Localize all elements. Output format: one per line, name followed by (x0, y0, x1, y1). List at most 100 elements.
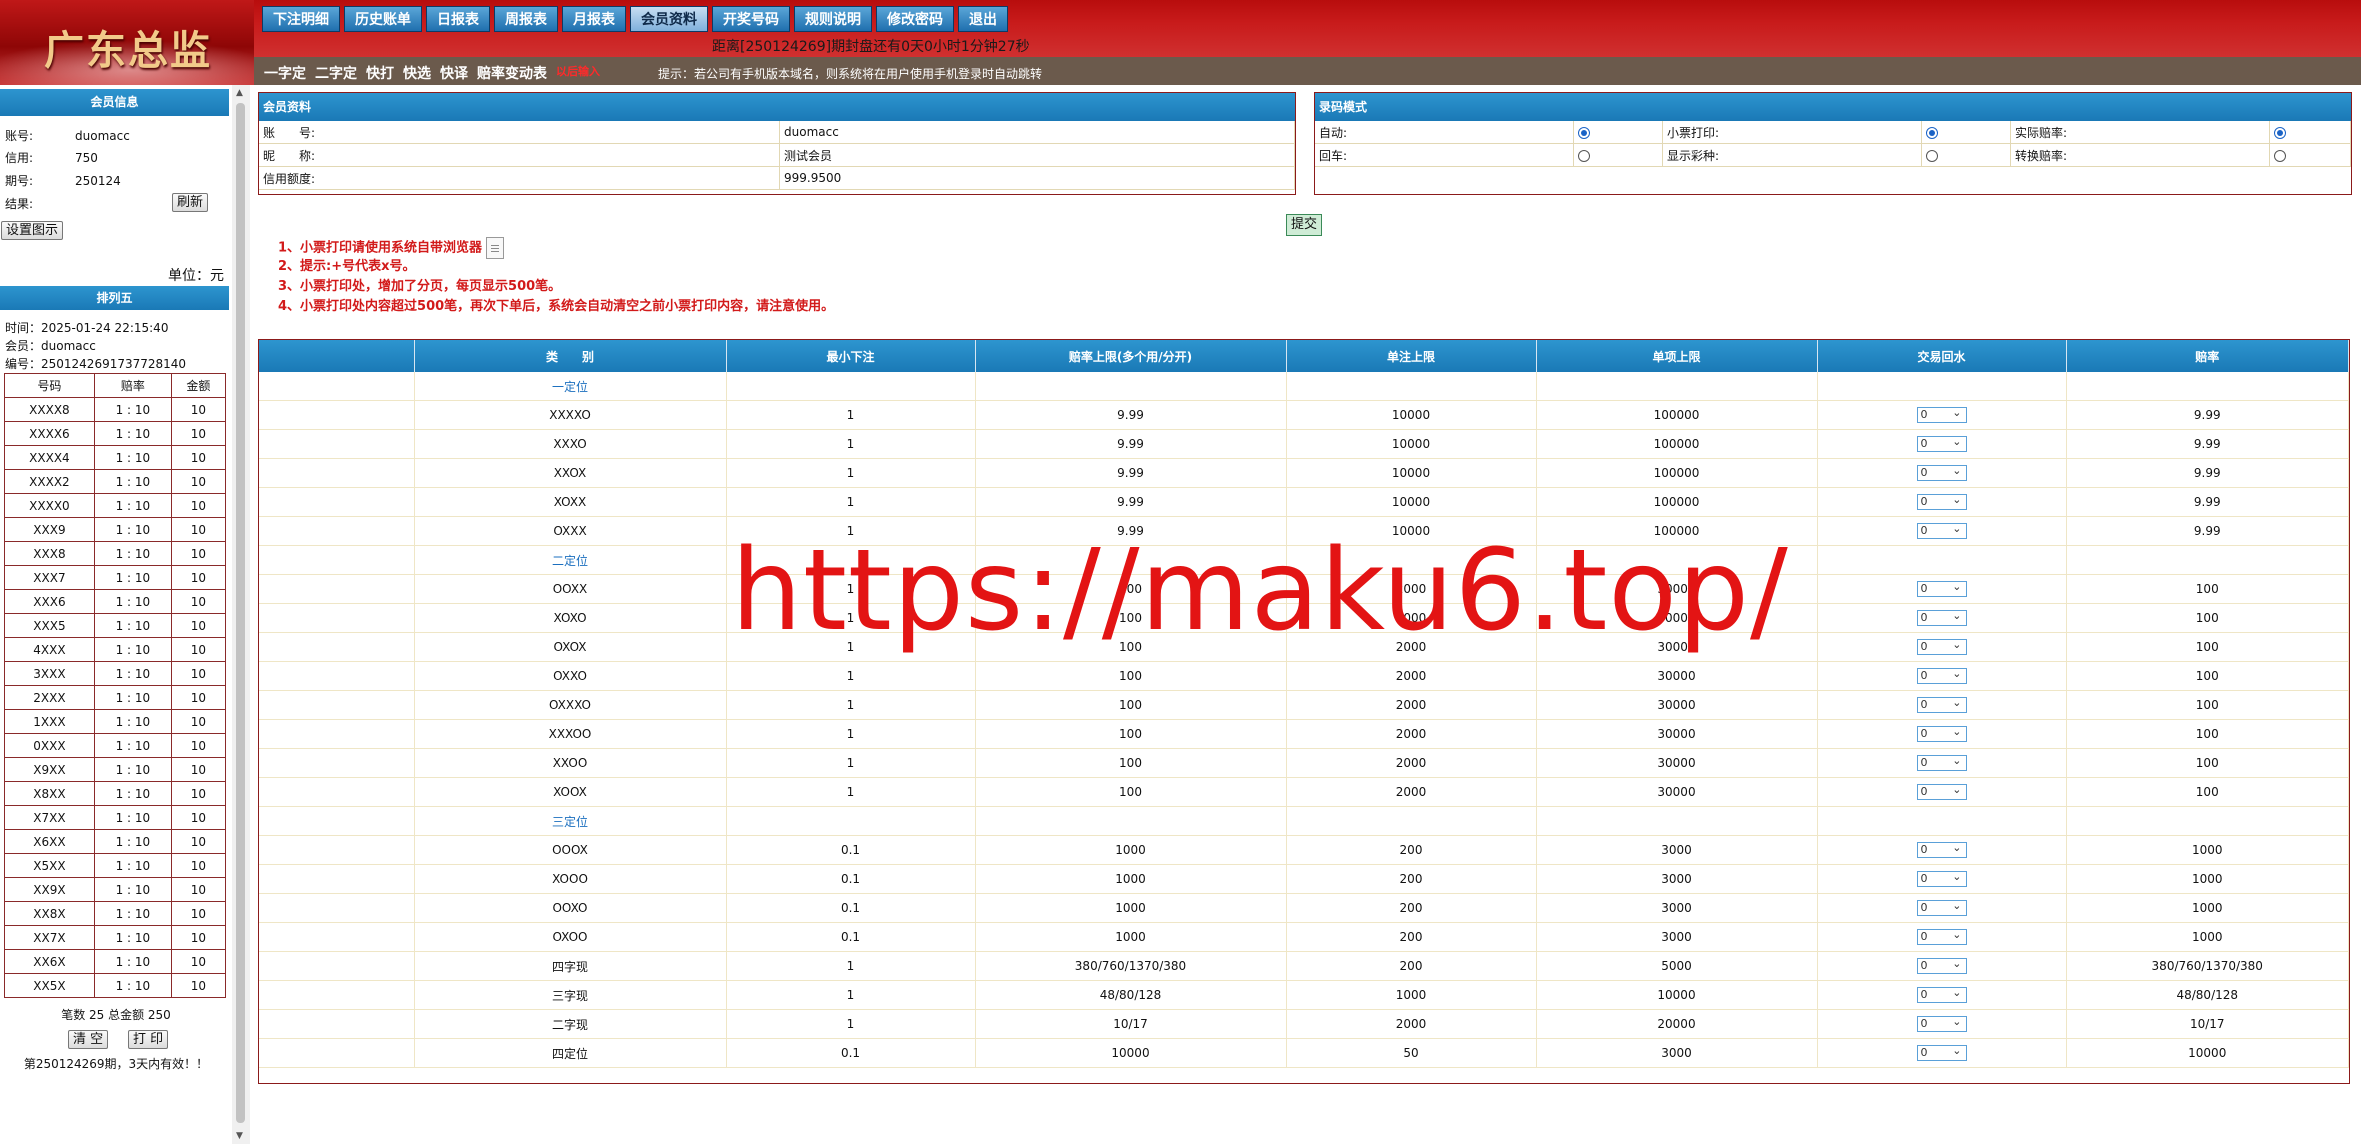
link-quick-select[interactable]: 快选 (403, 63, 431, 83)
single-item-cap-cell: 30000 (1536, 661, 1818, 691)
single-bet-cap-cell: 10000 (1286, 487, 1537, 517)
bet-amount: 10 (170, 421, 227, 446)
rebate-select[interactable]: 0 (1916, 1044, 1967, 1061)
single-bet-cap-cell: 2000 (1286, 690, 1537, 720)
show-lottery-radio[interactable] (1926, 149, 1938, 162)
rebate-select[interactable]: 0 (1916, 464, 1967, 481)
rebate-select[interactable]: 0 (1916, 841, 1967, 858)
link-quick-translate[interactable]: 快译 (440, 63, 468, 83)
single-bet-cap-cell: 10000 (1286, 429, 1537, 459)
category-cell: XOXO (414, 603, 727, 633)
print-button[interactable]: 打 印 (128, 1030, 169, 1049)
rebate-select[interactable]: 0 (1916, 493, 1967, 510)
single-item-cap-cell: 3000 (1536, 864, 1818, 894)
rebate-select[interactable]: 0 (1916, 870, 1967, 887)
bet-row: XXXX8 1 : 10 10 (4, 397, 227, 422)
rebate-select[interactable]: 0 (1916, 754, 1967, 771)
ticket-print-radio[interactable] (1926, 126, 1938, 139)
single-bet-cap-cell: 2000 (1286, 719, 1537, 749)
empty-cell (1817, 372, 2067, 401)
mode-actual-odds-label: 实际赔率: (2010, 121, 2270, 144)
nav-logout[interactable]: 退出 (958, 6, 1008, 32)
min-bet-cell: 1 (726, 487, 976, 517)
bet-amount: 10 (170, 445, 227, 470)
single-item-cap-cell: 100000 (1536, 458, 1818, 488)
bet-number: XXXX8 (4, 397, 95, 422)
odds-cell: 100 (2066, 719, 2349, 749)
nav-draw-numbers[interactable]: 开奖号码 (712, 6, 790, 32)
nav-weekly-report[interactable]: 周报表 (494, 6, 558, 32)
rebate-select[interactable]: 0 (1916, 522, 1967, 539)
scroll-up-icon[interactable]: ▲ (236, 88, 243, 98)
member-panel-table: 账 号: duomacc 昵 称: 测试会员 信用额度: 999.9500 (259, 121, 1295, 190)
link-later-input[interactable]: 以后输入 (556, 63, 600, 83)
rebate-select[interactable]: 0 (1916, 725, 1967, 742)
bet-number: 0XXX (4, 733, 95, 758)
rebate-select[interactable]: 0 (1916, 696, 1967, 713)
rebate-select[interactable]: 0 (1916, 580, 1967, 597)
enter-radio[interactable] (1578, 149, 1590, 162)
min-bet-cell: 1 (726, 661, 976, 691)
rebate-select[interactable]: 0 (1916, 406, 1967, 423)
bet-row: XXX9 1 : 10 10 (4, 517, 227, 542)
refresh-button[interactable]: 刷新 (172, 193, 209, 212)
rebate-select[interactable]: 0 (1916, 957, 1967, 974)
link-two-digit[interactable]: 二字定 (315, 63, 357, 83)
bet-odds: 1 : 10 (93, 901, 172, 926)
bet-odds: 1 : 10 (93, 949, 172, 974)
odds-header-row: 类 别 最小下注 赔率上限(多个用/分开) 单注上限 单项上限 交易回水 赔率 (259, 340, 2349, 372)
empty-cell (259, 1009, 415, 1039)
scroll-thumb[interactable] (236, 103, 245, 1123)
single-bet-cap-cell: 200 (1286, 864, 1537, 894)
bet-number: X5XX (4, 853, 95, 878)
link-quick-play[interactable]: 快打 (366, 63, 394, 83)
nav-change-password[interactable]: 修改密码 (876, 6, 954, 32)
link-one-digit[interactable]: 一字定 (264, 63, 306, 83)
scroll-down-icon[interactable]: ▼ (236, 1131, 243, 1141)
rebate-select[interactable]: 0 (1916, 899, 1967, 916)
time-line: 时间：2025-01-24 22:15:40 (5, 321, 169, 335)
single-item-cap-cell: 20000 (1536, 1009, 1818, 1039)
mode-enter-cell (1573, 143, 1663, 167)
min-bet-cell: 0.1 (726, 922, 976, 952)
nav-monthly-report[interactable]: 月报表 (562, 6, 626, 32)
rebate-select[interactable]: 0 (1916, 638, 1967, 655)
bet-amount: 10 (170, 637, 227, 662)
rebate-select[interactable]: 0 (1916, 783, 1967, 800)
odds-cap-cell: 9.99 (975, 458, 1287, 488)
rebate-select[interactable]: 0 (1916, 609, 1967, 626)
odds-cell: 9.99 (2066, 458, 2349, 488)
nav-bet-details[interactable]: 下注明细 (262, 6, 340, 32)
nav-member-info[interactable]: 会员资料 (630, 6, 708, 32)
entry-mode-panel: 录码模式 自动: 小票打印: 实际赔率: 回车: 显示彩种: 转换赔率: (1314, 92, 2352, 195)
col-odds: 赔率 (2066, 340, 2349, 372)
nav-rules[interactable]: 规则说明 (794, 6, 872, 32)
member-row-value: duomacc (779, 121, 1295, 144)
document-icon[interactable] (486, 237, 505, 259)
bet-number: XXXX0 (4, 493, 95, 518)
submit-button[interactable]: 提交 (1286, 214, 1323, 236)
vertical-scrollbar[interactable]: ▲ ▼ (232, 85, 250, 1144)
convert-odds-radio[interactable] (2274, 149, 2286, 162)
link-odds-changes[interactable]: 赔率变动表 (477, 63, 547, 83)
category-cell: XXOX (414, 458, 727, 488)
odds-row: OXOO0.11000200300001000 (259, 922, 2349, 952)
clear-button[interactable]: 清 空 (68, 1030, 109, 1049)
rebate-select[interactable]: 0 (1916, 986, 1967, 1003)
category-cell: 四定位 (414, 1038, 727, 1068)
bet-odds: 1 : 10 (93, 757, 172, 782)
empty-cell (259, 574, 415, 604)
empty-cell (1286, 806, 1537, 836)
settings-button[interactable]: 设置图示 (1, 221, 64, 240)
nav-history[interactable]: 历史账单 (344, 6, 422, 32)
rebate-select[interactable]: 0 (1916, 1015, 1967, 1032)
auto-radio[interactable] (1578, 126, 1590, 139)
single-bet-cap-cell: 200 (1286, 893, 1537, 923)
actual-odds-radio[interactable] (2274, 126, 2286, 139)
rebate-select[interactable]: 0 (1916, 667, 1967, 684)
rebate-select[interactable]: 0 (1916, 928, 1967, 945)
mode-row: 自动: 小票打印: 实际赔率: (1315, 121, 2351, 144)
nav-daily-report[interactable]: 日报表 (426, 6, 490, 32)
bet-number: 3XXX (4, 661, 95, 686)
rebate-select[interactable]: 0 (1916, 435, 1967, 452)
